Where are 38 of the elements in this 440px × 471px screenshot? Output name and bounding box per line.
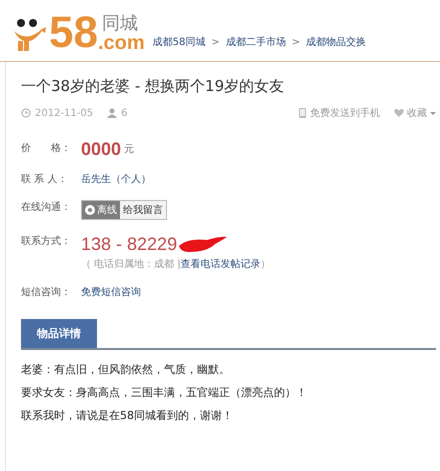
field-label: 短信咨询： [21,286,72,299]
field-label: 联 系 人： [21,172,68,186]
field-label: 联系方式： [21,234,72,248]
phone-history-link[interactable]: 查看电话发帖记录 [180,259,261,270]
logo-number: 58 [49,13,98,53]
field-label: 在线沟通： [21,200,72,214]
breadcrumb-link[interactable]: 成都二手市场 [226,35,286,49]
logo-brand: 同城 [100,15,139,33]
field-label: 价 格： [21,142,72,156]
person-icon [107,108,118,118]
post-title: 一个38岁的老婆 - 想换两个19岁的女友 [21,76,286,96]
breadcrumb-separator: > [211,36,220,48]
breadcrumb-separator: > [292,36,300,48]
phone-number: 138 - 82229 [81,234,178,254]
contact-name: 岳先生（个人） [81,174,151,185]
heart-icon [394,108,404,118]
logo-domain: .com [98,33,145,53]
offline-status: 离线 [82,201,120,219]
smiley-logo-icon [12,17,48,53]
note-bracket: ） [260,259,271,270]
description-text: 要求女友：身高高点，三围丰满，五官端正（漂亮点的）！ [21,385,308,400]
description-text: 老婆：有点旧，但风韵依然，气质，幽默。 [21,362,231,377]
price-unit: 元 [124,143,134,156]
description-text: 联系我时，请说是在58同城看到的，谢谢！ [21,408,234,423]
leave-message-button[interactable]: 给我留言 [120,201,166,219]
view-count: 6 [121,108,128,118]
online-chat-widget[interactable]: 离线 给我留言 [81,200,167,220]
redaction-scribble-icon [177,234,230,254]
details-tab[interactable]: 物品详情 [21,319,97,348]
breadcrumb-link[interactable]: 成都物品交换 [306,35,366,49]
caret-icon [430,112,436,114]
sms-consult-link[interactable]: 免费短信咨询 [81,287,141,298]
post-date: 2012-11-05 [35,108,94,118]
breadcrumb-link[interactable]: 成都58同城 [152,35,206,49]
phone-icon [298,108,307,118]
clock-icon [21,108,31,118]
phone-location-note: （ 电话归属地：成都 | [81,259,181,270]
price-value: 0000 [81,140,122,158]
